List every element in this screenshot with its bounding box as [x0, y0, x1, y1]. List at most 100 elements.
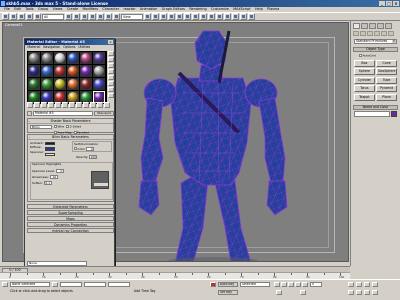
material-slot[interactable]: [40, 51, 53, 64]
mirror-button[interactable]: [192, 13, 199, 20]
material-slot[interactable]: [53, 64, 66, 77]
material-slot[interactable]: [92, 64, 105, 77]
put-to-scene-button[interactable]: [34, 102, 40, 108]
material-slot[interactable]: [27, 51, 40, 64]
percent-snap-button[interactable]: [176, 13, 183, 20]
assign-material-button[interactable]: [41, 102, 47, 108]
redo-button[interactable]: [10, 13, 17, 20]
select-object-button[interactable]: [65, 13, 72, 20]
zoom-extents-button[interactable]: [364, 282, 370, 287]
video-color-check-button[interactable]: [108, 75, 114, 80]
uv-tiling-button[interactable]: [108, 69, 114, 74]
material-slot[interactable]: [66, 64, 79, 77]
glossiness-spinner[interactable]: 10: [49, 175, 58, 180]
plane-button[interactable]: Plane: [376, 93, 397, 101]
close-button[interactable]: ×: [393, 1, 399, 6]
tube-button[interactable]: Tube: [376, 76, 397, 84]
material-name-field[interactable]: Material #5: [33, 110, 93, 116]
lock-selection-button[interactable]: [52, 282, 58, 287]
material-slot[interactable]: [53, 77, 66, 90]
go-to-end-button[interactable]: [302, 282, 308, 287]
object-name-field[interactable]: [354, 110, 390, 117]
lights-icon[interactable]: [367, 31, 373, 36]
key-icon[interactable]: [210, 282, 216, 287]
go-forward-sibling-button[interactable]: [104, 102, 110, 108]
rotate-button[interactable]: [105, 13, 112, 20]
pyramid-button[interactable]: Pyramid: [376, 85, 397, 93]
unlink-button[interactable]: [26, 13, 33, 20]
sphere-button[interactable]: Sphere: [354, 68, 375, 76]
mat-menu-options[interactable]: Options: [62, 45, 77, 50]
torus-button[interactable]: Torus: [354, 85, 375, 93]
shapes-icon[interactable]: [360, 31, 366, 36]
go-to-start-button[interactable]: [274, 282, 280, 287]
material-slot[interactable]: [40, 77, 53, 90]
reference-coord-dropdown[interactable]: View: [121, 13, 143, 20]
current-frame-field[interactable]: 0: [310, 282, 322, 287]
sample-type-button[interactable]: [108, 51, 114, 56]
extended-parameters-rollout[interactable]: Extended Parameters: [27, 204, 114, 209]
schematic-view-button[interactable]: [224, 13, 231, 20]
object-color-swatch[interactable]: [391, 110, 397, 117]
max-listener-button[interactable]: [2, 282, 8, 287]
mat-menu-material[interactable]: Material: [26, 45, 42, 50]
create-tab[interactable]: [353, 23, 360, 29]
ambient-swatch[interactable]: [45, 141, 55, 145]
material-slot[interactable]: [79, 77, 92, 90]
shader-basic-header[interactable]: - Shader Basic Parameters: [28, 119, 113, 124]
x-coord-field[interactable]: [60, 282, 82, 287]
layers-button[interactable]: [208, 13, 215, 20]
maps-rollout[interactable]: Maps: [27, 216, 114, 221]
material-slot[interactable]: [27, 77, 40, 90]
curve-editor-button[interactable]: [216, 13, 223, 20]
make-unique-button[interactable]: [62, 102, 68, 108]
quick-render-button[interactable]: [248, 13, 255, 20]
set-key-button[interactable]: Set Key: [218, 290, 238, 295]
material-slot[interactable]: [79, 51, 92, 64]
shader-type-dropdown[interactable]: Blinn: [30, 124, 52, 129]
maximize-button[interactable]: □: [386, 1, 392, 6]
add-time-tag[interactable]: Add Time Tag: [134, 289, 155, 294]
key-filter-dropdown[interactable]: Selected: [240, 282, 270, 287]
two-sided-checkbox[interactable]: 2-Sided: [66, 125, 81, 129]
bind-space-warp-button[interactable]: [34, 13, 41, 20]
show-map-button[interactable]: [83, 102, 89, 108]
undo-button[interactable]: [2, 13, 9, 20]
orbit-button[interactable]: [364, 290, 370, 295]
motion-tab[interactable]: [377, 23, 384, 29]
z-coord-field[interactable]: [108, 282, 130, 287]
make-preview-button[interactable]: [108, 81, 114, 86]
modify-tab[interactable]: [361, 23, 368, 29]
box-button[interactable]: Box: [354, 59, 375, 67]
dynamics-properties-rollout[interactable]: Dynamics Properties: [27, 222, 114, 227]
material-editor-close-button[interactable]: ×: [108, 40, 113, 44]
name-and-color-rollout-header[interactable]: Name and Color: [353, 104, 398, 110]
time-configuration-button[interactable]: [300, 290, 306, 295]
reset-map-button[interactable]: [48, 102, 54, 108]
minimize-button[interactable]: _: [379, 1, 385, 6]
geometry-icon[interactable]: [353, 31, 359, 36]
select-by-name-button[interactable]: [73, 13, 80, 20]
render-scene-button[interactable]: [240, 13, 247, 20]
material-editor-title-bar[interactable]: Material Editor - Material #5 ×: [25, 39, 114, 45]
key-mode-button[interactable]: [276, 290, 282, 295]
material-slot[interactable]: [53, 51, 66, 64]
rect-region-button[interactable]: [81, 13, 88, 20]
material-slot[interactable]: [27, 64, 40, 77]
selection-filter[interactable]: All: [42, 13, 64, 20]
specular-swatch[interactable]: [45, 152, 55, 157]
object-type-rollout-header[interactable]: Object Type: [353, 47, 398, 52]
space-warps-icon[interactable]: [388, 31, 394, 36]
pick-material-icon[interactable]: [27, 110, 32, 116]
cylinder-button[interactable]: Cylinder: [354, 76, 375, 84]
background-button[interactable]: [108, 63, 114, 68]
opacity-spinner[interactable]: 100: [89, 154, 98, 159]
supersampling-rollout[interactable]: SuperSampling: [27, 210, 114, 215]
material-slot[interactable]: [40, 64, 53, 77]
align-button[interactable]: [200, 13, 207, 20]
select-link-button[interactable]: [18, 13, 25, 20]
make-copy-button[interactable]: [55, 102, 61, 108]
get-material-button[interactable]: [27, 102, 33, 108]
y-coord-field[interactable]: [84, 282, 106, 287]
next-frame-button[interactable]: [295, 282, 301, 287]
